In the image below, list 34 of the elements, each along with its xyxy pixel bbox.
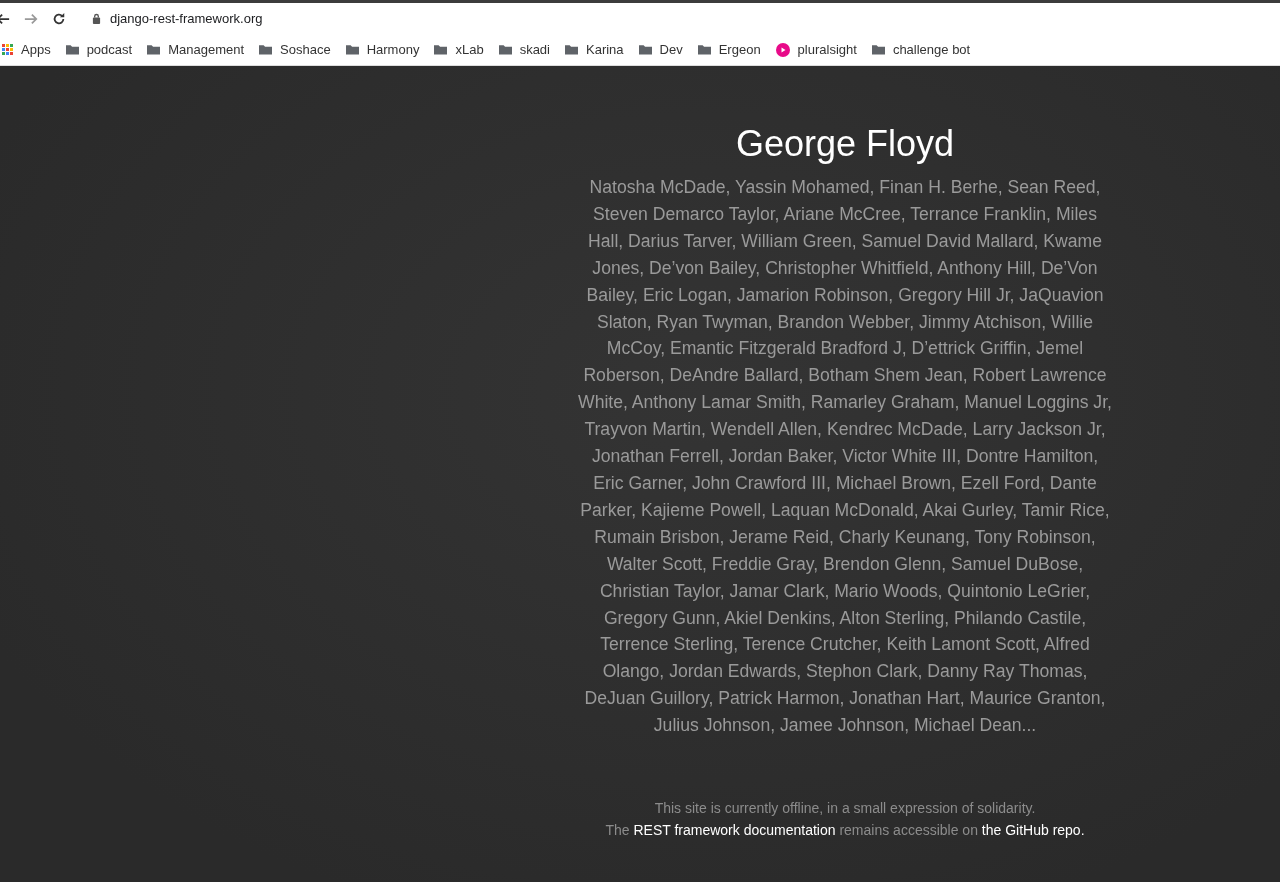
footer-link[interactable]: the GitHub repo.: [981, 822, 1085, 839]
lock-icon: [92, 13, 101, 24]
reload-icon[interactable]: [52, 11, 66, 26]
names-paragraph: Natosha McDade, Yassin Mohamed, Finan H. Berhe, Sean Reed, Steven Demarco Taylor, Ariane McCree, Terrance Franklin, Miles Hall, Darius Tarver, William Green, Samuel David Mallard, Kwame Jones, De’von Bailey, Christopher Whitfield, Anthony Hill, De’Von Bailey, Eric Logan, Jamarion Robinson, Gregory Hill Jr, JaQuavion Slaton, Ryan Twyman, Brandon Webber, Jimmy Atchison, Willie McCoy, Emantic Fitzgerald Bradford J, D’ettrick Griffin, Jemel Roberson, DeAndre Ballard, Botham Shem Jean, Robert Lawrence White, Anthony Lamar Smith, Ramarley Graham, Manuel Loggins Jr, Trayvon Martin, Wendell Allen, Kendrec McDade, Larry Jackson Jr, Jonathan Ferrell, Jordan Baker, Victor White III, Dontre Hamilton, Eric Garner, John Crawford III, Michael Brown, Ezell Ford, Dante Parker, Kajieme Powell, Laquan McDonald, Akai Gurley, Tamir Rice, Rumain Brisbon, Jerame Reid, Charly Keunang, Tony Robinson, Walter Scott, Freddie Gray, Brendon Glenn, Samuel DuBose, Christian Taylor, Jamar Clark, Mario Woods, Quintonio LeGrier, Gregory Gunn, Akiel Denkins, Alton Sterling, Philando Castile, Terrence Sterling, Terence Crutcher, Keith Lamont Scott, Alfred Olango, Jordan Edwards, Stephon Clark, Danny Ray Thomas, DeJuan Guillory, Patrick Harmon, Jonathan Hart, Maurice Granton, Julius Johnson, Jamee Johnson, Michael Dean...: [577, 176, 1113, 738]
bookmark-item[interactable]: pluralsight: [775, 42, 857, 57]
bookmark-item[interactable]: Soshace: [259, 42, 331, 57]
bookmark-item[interactable]: podcast: [65, 42, 133, 57]
folder-icon: [697, 44, 711, 55]
folder-icon: [259, 44, 273, 55]
folder-icon: [871, 44, 885, 55]
bookmark-item[interactable]: Apps: [2, 42, 51, 57]
folder-icon: [147, 44, 161, 55]
bookmark-item[interactable]: Management: [147, 42, 245, 57]
bookmark-item[interactable]: Dev: [638, 42, 683, 57]
bookmark-item[interactable]: challenge bot: [871, 42, 971, 57]
play-circle-icon: [775, 42, 790, 57]
offline-notice: This site is currently offline, in a small expression of solidarity.: [653, 799, 1037, 819]
folder-icon: [345, 44, 359, 55]
bookmark-item[interactable]: xLab: [434, 42, 484, 57]
folder-icon: [565, 44, 578, 55]
back-arrow-icon[interactable]: [0, 11, 10, 26]
access-notice: The REST framework documentation remains accessible on the GitHub repo.: [604, 821, 1086, 841]
folder-icon: [434, 44, 448, 55]
bookmark-item[interactable]: Ergeon: [697, 42, 761, 57]
bookmark-item[interactable]: Harmony: [345, 42, 420, 57]
bookmark-item[interactable]: skadi: [498, 42, 550, 57]
apps-grid-icon: [2, 44, 13, 55]
footer-link[interactable]: REST framework documentation: [633, 822, 836, 839]
folder-icon: [498, 44, 512, 55]
folder-icon: [638, 44, 652, 55]
bookmark-item[interactable]: Karina: [565, 42, 624, 57]
folder-icon: [65, 44, 79, 55]
page-title: George Floyd: [734, 122, 956, 166]
forward-arrow-icon[interactable]: [24, 11, 38, 26]
